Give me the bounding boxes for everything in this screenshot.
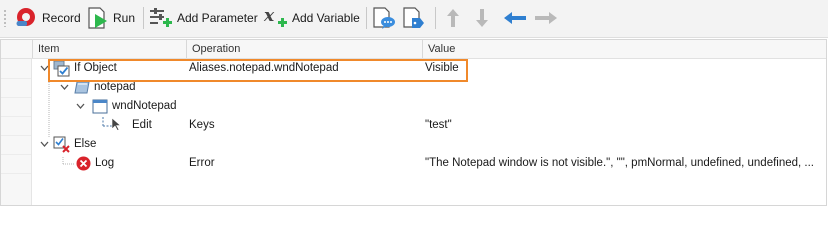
else-icon (53, 136, 70, 153)
record-icon (16, 8, 35, 26)
window-icon (92, 99, 108, 114)
item-text: Log (95, 157, 115, 169)
arrow-right-icon (535, 12, 557, 24)
operations-grid: Item Operation Value If Object Aliases.n… (0, 39, 827, 206)
tree-row-wndnotepad[interactable]: wndNotepad (32, 97, 825, 116)
arrow-left-icon (504, 12, 526, 24)
add-parameter-label: Add Parameter (177, 11, 258, 25)
add-parameter-icon (150, 8, 172, 27)
chevron-down-icon[interactable] (60, 84, 69, 91)
toolbar-separator (435, 7, 436, 29)
add-tag-button[interactable] (402, 6, 426, 30)
comment-icon (373, 7, 395, 29)
toolbar-separator (366, 7, 367, 29)
tag-icon (403, 7, 424, 28)
add-variable-icon: x (263, 6, 287, 27)
toolbar-separator (143, 7, 144, 29)
item-text: Else (74, 138, 97, 150)
operation-text: Keys (189, 119, 215, 131)
chevron-down-icon[interactable] (76, 103, 85, 110)
highlight-frame (48, 59, 468, 82)
tree-row-edit[interactable]: Edit Keys "test" (32, 116, 825, 135)
record-button[interactable]: Record (14, 6, 81, 30)
add-parameter-button[interactable]: Add Parameter (148, 6, 258, 30)
move-down-button[interactable] (472, 6, 492, 30)
add-variable-button[interactable]: x Add Variable (263, 6, 360, 30)
column-header-operation[interactable]: Operation (186, 40, 422, 58)
record-label: Record (42, 11, 81, 25)
item-text: Edit (132, 119, 152, 131)
tree-row-log[interactable]: Log Error "The Notepad window is not vis… (32, 154, 825, 173)
svg-text:x: x (263, 6, 275, 26)
run-icon (88, 7, 107, 29)
item-text: wndNotepad (112, 100, 177, 112)
run-button[interactable]: Run (86, 6, 135, 30)
process-icon (74, 81, 90, 94)
column-header-value[interactable]: Value (422, 40, 826, 58)
chevron-down-icon[interactable] (40, 141, 49, 148)
move-left-button[interactable] (501, 6, 529, 30)
move-up-button[interactable] (443, 6, 463, 30)
toolbar-grip[interactable] (4, 9, 6, 27)
arrow-down-icon (476, 9, 488, 27)
operation-text: Error (189, 157, 215, 169)
value-text: "The Notepad window is not visible.", ""… (425, 157, 815, 169)
cursor-icon (111, 117, 122, 131)
value-text: "test" (425, 119, 452, 131)
add-variable-label: Add Variable (292, 11, 360, 25)
arrow-up-icon (447, 9, 459, 27)
move-right-button[interactable] (532, 6, 560, 30)
add-comment-button[interactable] (372, 6, 396, 30)
tree-row-else[interactable]: Else (32, 135, 825, 154)
error-icon (76, 156, 91, 171)
toolbar: Record Run Add Parameter x Add Variable (0, 0, 828, 38)
run-label: Run (113, 11, 136, 25)
